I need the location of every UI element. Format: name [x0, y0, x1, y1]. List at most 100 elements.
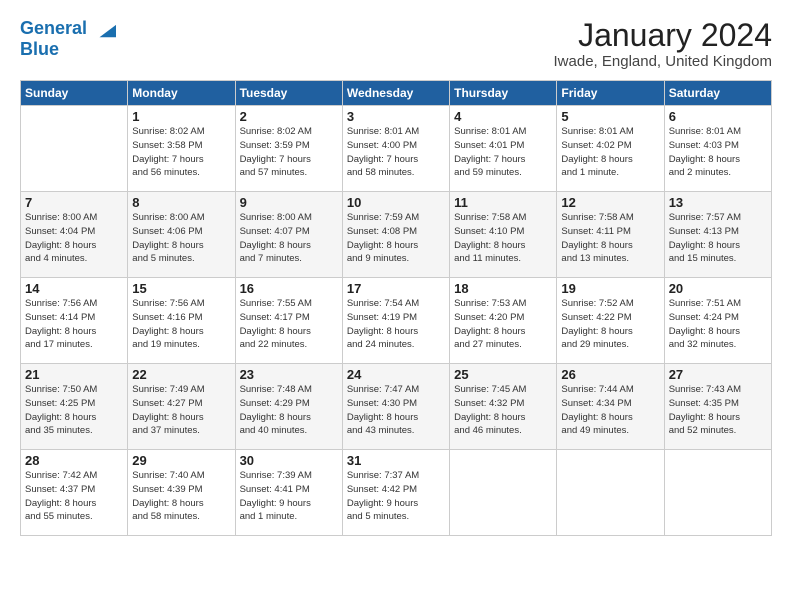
day-info: Sunrise: 7:53 AM Sunset: 4:20 PM Dayligh… [454, 297, 552, 352]
calendar-cell: 22Sunrise: 7:49 AM Sunset: 4:27 PM Dayli… [128, 364, 235, 450]
day-number: 1 [132, 109, 230, 124]
weekday-header-tuesday: Tuesday [235, 81, 342, 106]
calendar-cell: 6Sunrise: 8:01 AM Sunset: 4:03 PM Daylig… [664, 106, 771, 192]
calendar-week-row: 1Sunrise: 8:02 AM Sunset: 3:58 PM Daylig… [21, 106, 772, 192]
calendar-cell: 31Sunrise: 7:37 AM Sunset: 4:42 PM Dayli… [342, 450, 449, 536]
calendar-cell: 7Sunrise: 8:00 AM Sunset: 4:04 PM Daylig… [21, 192, 128, 278]
logo: General Blue [20, 18, 116, 58]
weekday-header-wednesday: Wednesday [342, 81, 449, 106]
calendar-cell: 21Sunrise: 7:50 AM Sunset: 4:25 PM Dayli… [21, 364, 128, 450]
calendar-cell: 23Sunrise: 7:48 AM Sunset: 4:29 PM Dayli… [235, 364, 342, 450]
day-number: 30 [240, 453, 338, 468]
day-number: 16 [240, 281, 338, 296]
calendar-cell: 26Sunrise: 7:44 AM Sunset: 4:34 PM Dayli… [557, 364, 664, 450]
calendar-week-row: 28Sunrise: 7:42 AM Sunset: 4:37 PM Dayli… [21, 450, 772, 536]
day-number: 24 [347, 367, 445, 382]
day-number: 4 [454, 109, 552, 124]
calendar-cell: 30Sunrise: 7:39 AM Sunset: 4:41 PM Dayli… [235, 450, 342, 536]
day-info: Sunrise: 7:52 AM Sunset: 4:22 PM Dayligh… [561, 297, 659, 352]
calendar-cell: 13Sunrise: 7:57 AM Sunset: 4:13 PM Dayli… [664, 192, 771, 278]
day-number: 23 [240, 367, 338, 382]
day-info: Sunrise: 7:44 AM Sunset: 4:34 PM Dayligh… [561, 383, 659, 438]
day-number: 10 [347, 195, 445, 210]
calendar-week-row: 7Sunrise: 8:00 AM Sunset: 4:04 PM Daylig… [21, 192, 772, 278]
weekday-header-thursday: Thursday [450, 81, 557, 106]
day-number: 25 [454, 367, 552, 382]
day-number: 9 [240, 195, 338, 210]
calendar-cell: 24Sunrise: 7:47 AM Sunset: 4:30 PM Dayli… [342, 364, 449, 450]
weekday-header-monday: Monday [128, 81, 235, 106]
day-info: Sunrise: 8:02 AM Sunset: 3:58 PM Dayligh… [132, 125, 230, 180]
calendar-cell: 25Sunrise: 7:45 AM Sunset: 4:32 PM Dayli… [450, 364, 557, 450]
day-number: 27 [669, 367, 767, 382]
page: General Blue January 2024 Iwade, England… [0, 0, 792, 548]
calendar-cell [450, 450, 557, 536]
title-block: January 2024 Iwade, England, United King… [554, 18, 772, 70]
day-info: Sunrise: 7:48 AM Sunset: 4:29 PM Dayligh… [240, 383, 338, 438]
day-info: Sunrise: 7:58 AM Sunset: 4:11 PM Dayligh… [561, 211, 659, 266]
day-number: 12 [561, 195, 659, 210]
day-info: Sunrise: 7:56 AM Sunset: 4:16 PM Dayligh… [132, 297, 230, 352]
weekday-header-row: SundayMondayTuesdayWednesdayThursdayFrid… [21, 81, 772, 106]
calendar-week-row: 21Sunrise: 7:50 AM Sunset: 4:25 PM Dayli… [21, 364, 772, 450]
calendar-cell: 11Sunrise: 7:58 AM Sunset: 4:10 PM Dayli… [450, 192, 557, 278]
calendar-cell: 4Sunrise: 8:01 AM Sunset: 4:01 PM Daylig… [450, 106, 557, 192]
calendar-cell: 5Sunrise: 8:01 AM Sunset: 4:02 PM Daylig… [557, 106, 664, 192]
calendar-cell: 12Sunrise: 7:58 AM Sunset: 4:11 PM Dayli… [557, 192, 664, 278]
calendar-cell: 1Sunrise: 8:02 AM Sunset: 3:58 PM Daylig… [128, 106, 235, 192]
day-number: 18 [454, 281, 552, 296]
calendar-cell: 29Sunrise: 7:40 AM Sunset: 4:39 PM Dayli… [128, 450, 235, 536]
logo-blue: Blue [20, 40, 116, 58]
day-info: Sunrise: 8:00 AM Sunset: 4:07 PM Dayligh… [240, 211, 338, 266]
calendar-cell: 8Sunrise: 8:00 AM Sunset: 4:06 PM Daylig… [128, 192, 235, 278]
day-info: Sunrise: 7:58 AM Sunset: 4:10 PM Dayligh… [454, 211, 552, 266]
weekday-header-friday: Friday [557, 81, 664, 106]
day-number: 21 [25, 367, 123, 382]
weekday-header-saturday: Saturday [664, 81, 771, 106]
day-number: 6 [669, 109, 767, 124]
day-number: 15 [132, 281, 230, 296]
day-info: Sunrise: 8:01 AM Sunset: 4:03 PM Dayligh… [669, 125, 767, 180]
calendar-table: SundayMondayTuesdayWednesdayThursdayFrid… [20, 80, 772, 536]
calendar-cell: 10Sunrise: 7:59 AM Sunset: 4:08 PM Dayli… [342, 192, 449, 278]
day-number: 19 [561, 281, 659, 296]
day-number: 7 [25, 195, 123, 210]
day-info: Sunrise: 7:43 AM Sunset: 4:35 PM Dayligh… [669, 383, 767, 438]
day-number: 31 [347, 453, 445, 468]
day-info: Sunrise: 7:51 AM Sunset: 4:24 PM Dayligh… [669, 297, 767, 352]
day-info: Sunrise: 7:57 AM Sunset: 4:13 PM Dayligh… [669, 211, 767, 266]
day-info: Sunrise: 7:40 AM Sunset: 4:39 PM Dayligh… [132, 469, 230, 524]
day-info: Sunrise: 7:39 AM Sunset: 4:41 PM Dayligh… [240, 469, 338, 524]
calendar-cell [21, 106, 128, 192]
day-number: 28 [25, 453, 123, 468]
day-number: 8 [132, 195, 230, 210]
calendar-cell [664, 450, 771, 536]
calendar-cell: 2Sunrise: 8:02 AM Sunset: 3:59 PM Daylig… [235, 106, 342, 192]
day-number: 26 [561, 367, 659, 382]
day-info: Sunrise: 7:59 AM Sunset: 4:08 PM Dayligh… [347, 211, 445, 266]
day-info: Sunrise: 8:01 AM Sunset: 4:02 PM Dayligh… [561, 125, 659, 180]
day-info: Sunrise: 7:54 AM Sunset: 4:19 PM Dayligh… [347, 297, 445, 352]
day-number: 17 [347, 281, 445, 296]
day-info: Sunrise: 7:50 AM Sunset: 4:25 PM Dayligh… [25, 383, 123, 438]
logo-text: General [20, 18, 116, 40]
calendar-cell: 15Sunrise: 7:56 AM Sunset: 4:16 PM Dayli… [128, 278, 235, 364]
calendar-week-row: 14Sunrise: 7:56 AM Sunset: 4:14 PM Dayli… [21, 278, 772, 364]
day-number: 3 [347, 109, 445, 124]
day-info: Sunrise: 7:37 AM Sunset: 4:42 PM Dayligh… [347, 469, 445, 524]
day-info: Sunrise: 8:01 AM Sunset: 4:01 PM Dayligh… [454, 125, 552, 180]
calendar-cell: 9Sunrise: 8:00 AM Sunset: 4:07 PM Daylig… [235, 192, 342, 278]
calendar-cell [557, 450, 664, 536]
calendar-cell: 3Sunrise: 8:01 AM Sunset: 4:00 PM Daylig… [342, 106, 449, 192]
weekday-header-sunday: Sunday [21, 81, 128, 106]
day-info: Sunrise: 7:55 AM Sunset: 4:17 PM Dayligh… [240, 297, 338, 352]
day-number: 5 [561, 109, 659, 124]
calendar-cell: 18Sunrise: 7:53 AM Sunset: 4:20 PM Dayli… [450, 278, 557, 364]
calendar-cell: 17Sunrise: 7:54 AM Sunset: 4:19 PM Dayli… [342, 278, 449, 364]
day-number: 13 [669, 195, 767, 210]
day-number: 22 [132, 367, 230, 382]
day-info: Sunrise: 7:42 AM Sunset: 4:37 PM Dayligh… [25, 469, 123, 524]
calendar-cell: 16Sunrise: 7:55 AM Sunset: 4:17 PM Dayli… [235, 278, 342, 364]
calendar-cell: 20Sunrise: 7:51 AM Sunset: 4:24 PM Dayli… [664, 278, 771, 364]
day-number: 29 [132, 453, 230, 468]
